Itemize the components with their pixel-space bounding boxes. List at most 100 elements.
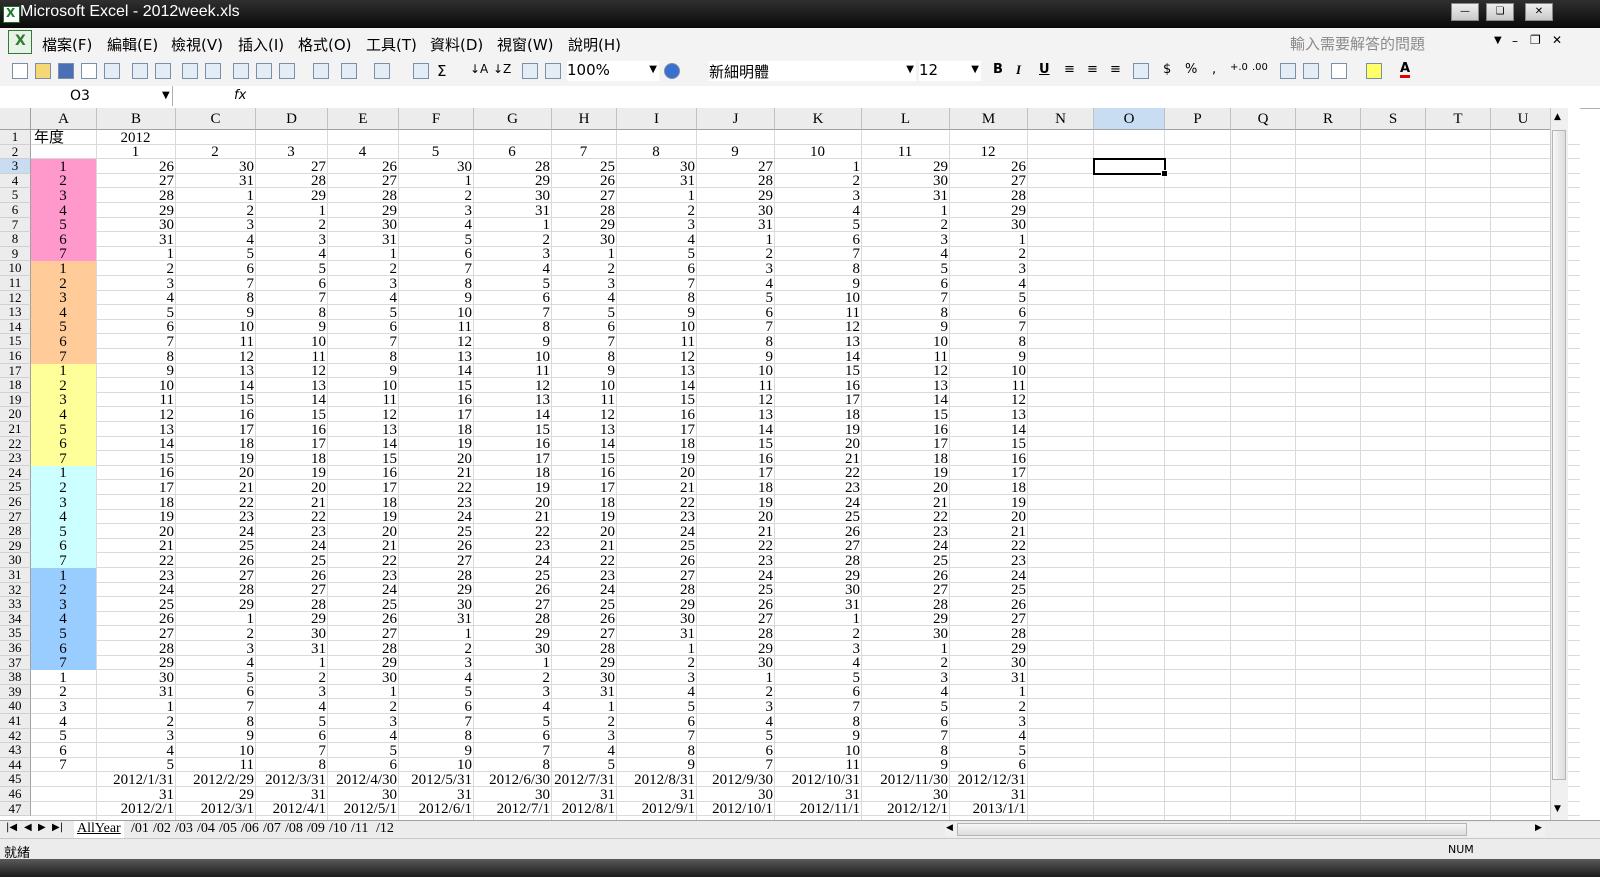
weekday-cell[interactable]: 4 [31, 510, 97, 525]
weekday-cell[interactable]: 3 [31, 495, 97, 510]
day-cell[interactable]: 31 [617, 174, 697, 189]
weekday-cell[interactable]: 1 [31, 364, 97, 379]
day-cell[interactable]: 31 [176, 174, 256, 189]
month-header-cell[interactable]: 2 [176, 145, 256, 160]
day-cell[interactable]: 20 [176, 466, 256, 481]
day-cell[interactable]: 27 [328, 626, 399, 641]
day-cell[interactable]: 6 [474, 729, 552, 744]
menu-window[interactable]: 視窗(W) [497, 34, 554, 55]
day-cell[interactable]: 23 [697, 553, 775, 568]
day-cell[interactable]: 3 [399, 203, 474, 218]
day-cell[interactable]: 8 [474, 320, 552, 335]
decrease-indent-icon[interactable] [1280, 63, 1296, 79]
fx-icon[interactable]: fx [234, 88, 246, 103]
weekday-cell[interactable]: 1 [31, 261, 97, 276]
menu-tools[interactable]: 工具(T) [366, 34, 417, 55]
day-cell[interactable]: 1 [399, 174, 474, 189]
day-cell[interactable]: 6 [697, 743, 775, 758]
day-cell[interactable]: 29 [862, 612, 950, 627]
day-cell[interactable]: 9 [775, 729, 862, 744]
day-cell[interactable]: 5 [862, 261, 950, 276]
day-cell[interactable]: 18 [862, 451, 950, 466]
day-cell[interactable]: 8 [176, 291, 256, 306]
day-cell[interactable]: 28 [474, 159, 552, 174]
currency-button[interactable]: $ [1163, 62, 1171, 77]
increase-indent-icon[interactable] [1303, 63, 1319, 79]
worksheet-grid[interactable]: ABCDEFGHIJKLMNOPQRSTU 1 2 3 4 5 6 7 8 9 10 11 12 13 1… [0, 108, 1580, 820]
day-cell[interactable]: 4 [474, 699, 552, 714]
day-cell[interactable]: 21 [474, 510, 552, 525]
day-cell[interactable]: 30 [97, 218, 176, 233]
day-cell[interactable]: 28 [552, 641, 617, 656]
day-cell[interactable]: 6 [775, 685, 862, 700]
day-cell[interactable]: 13 [399, 349, 474, 364]
day-cell[interactable]: 11 [399, 320, 474, 335]
days-in-month-cell[interactable]: 31 [256, 787, 328, 802]
comma-button[interactable]: , [1212, 62, 1216, 77]
month-end-date-cell[interactable]: 2012/12/31 [950, 772, 1028, 787]
day-cell[interactable]: 31 [97, 685, 176, 700]
day-cell[interactable]: 11 [617, 334, 697, 349]
day-cell[interactable]: 29 [775, 568, 862, 583]
fill-color-icon[interactable] [1366, 63, 1382, 79]
hyperlink-icon[interactable] [413, 63, 429, 79]
day-cell[interactable]: 22 [399, 480, 474, 495]
day-cell[interactable]: 3 [97, 729, 176, 744]
next-month-date-cell[interactable]: 2012/11/1 [775, 802, 862, 817]
day-cell[interactable]: 26 [256, 568, 328, 583]
day-cell[interactable]: 12 [328, 407, 399, 422]
day-cell[interactable]: 3 [176, 641, 256, 656]
day-cell[interactable]: 19 [399, 437, 474, 452]
day-cell[interactable]: 1 [176, 188, 256, 203]
day-cell[interactable]: 9 [617, 758, 697, 773]
days-in-month-cell[interactable]: 29 [176, 787, 256, 802]
day-cell[interactable]: 10 [950, 364, 1028, 379]
day-cell[interactable]: 2 [617, 203, 697, 218]
day-cell[interactable]: 1 [97, 247, 176, 262]
day-cell[interactable]: 22 [862, 510, 950, 525]
day-cell[interactable]: 2 [617, 656, 697, 671]
sheet-tab-03[interactable]: /03 [175, 821, 193, 838]
day-cell[interactable]: 29 [399, 583, 474, 598]
day-cell[interactable]: 31 [617, 626, 697, 641]
day-cell[interactable]: 7 [256, 743, 328, 758]
next-sheet-icon[interactable]: ▶ [38, 822, 46, 833]
italic-button[interactable]: I [1016, 62, 1021, 78]
day-cell[interactable]: 28 [176, 583, 256, 598]
day-cell[interactable]: 9 [950, 349, 1028, 364]
day-cell[interactable]: 17 [697, 466, 775, 481]
day-cell[interactable]: 27 [328, 174, 399, 189]
day-cell[interactable]: 28 [617, 583, 697, 598]
day-cell[interactable]: 27 [176, 568, 256, 583]
day-cell[interactable]: 14 [950, 422, 1028, 437]
day-cell[interactable]: 27 [862, 583, 950, 598]
day-cell[interactable]: 30 [862, 626, 950, 641]
day-cell[interactable]: 13 [256, 378, 328, 393]
day-cell[interactable]: 13 [697, 407, 775, 422]
day-cell[interactable]: 15 [176, 393, 256, 408]
day-cell[interactable]: 25 [97, 597, 176, 612]
day-cell[interactable]: 1 [474, 656, 552, 671]
next-month-date-cell[interactable]: 2012/10/1 [697, 802, 775, 817]
day-cell[interactable]: 10 [328, 378, 399, 393]
day-cell[interactable]: 8 [474, 758, 552, 773]
day-cell[interactable]: 17 [862, 437, 950, 452]
day-cell[interactable]: 17 [552, 480, 617, 495]
day-cell[interactable]: 9 [862, 758, 950, 773]
day-cell[interactable]: 22 [617, 495, 697, 510]
day-cell[interactable]: 10 [775, 743, 862, 758]
day-cell[interactable]: 5 [474, 276, 552, 291]
vertical-scrollbar[interactable]: ▲ ▼ [1550, 108, 1568, 820]
menu-format[interactable]: 格式(O) [298, 34, 352, 55]
month-header-cell[interactable]: 1 [97, 145, 176, 160]
month-header-cell[interactable]: 8 [617, 145, 697, 160]
day-cell[interactable]: 7 [775, 699, 862, 714]
day-cell[interactable]: 17 [399, 407, 474, 422]
month-header-cell[interactable]: 10 [775, 145, 862, 160]
sheet-tab-02[interactable]: /02 [153, 821, 171, 838]
weekday-cell[interactable]: 5 [31, 422, 97, 437]
day-cell[interactable]: 21 [697, 524, 775, 539]
day-cell[interactable]: 4 [617, 685, 697, 700]
day-cell[interactable]: 1 [97, 699, 176, 714]
weekday-cell[interactable]: 6 [31, 437, 97, 452]
